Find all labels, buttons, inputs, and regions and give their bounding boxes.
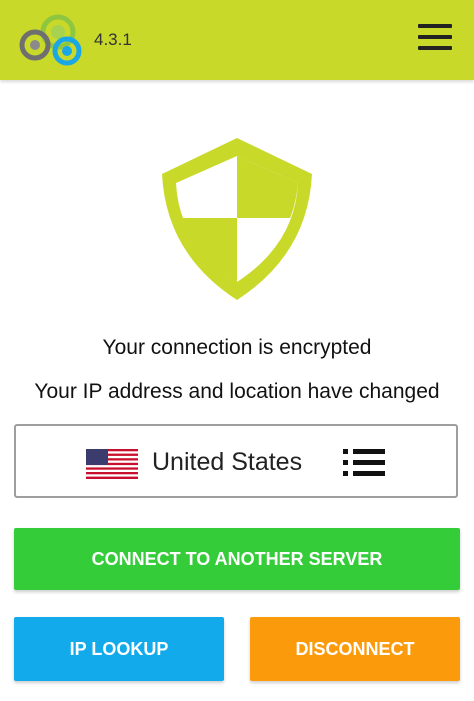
app-logo-icon bbox=[19, 14, 82, 66]
disconnect-button[interactable]: DISCONNECT bbox=[250, 617, 460, 681]
app-version: 4.3.1 bbox=[94, 30, 132, 49]
app-header: 4.3.1 bbox=[0, 0, 474, 80]
hamburger-menu-icon[interactable] bbox=[418, 24, 452, 50]
server-list-icon[interactable] bbox=[343, 448, 385, 478]
ip-lookup-button[interactable]: IP LOOKUP bbox=[14, 617, 224, 681]
encryption-status-text: Your connection is encrypted bbox=[102, 336, 372, 359]
us-flag-icon bbox=[86, 449, 138, 479]
connect-another-server-button[interactable]: CONNECT TO ANOTHER SERVER bbox=[14, 528, 460, 590]
country-name: United States bbox=[152, 448, 303, 476]
shield-icon bbox=[162, 138, 312, 300]
ip-changed-text: Your IP address and location have change… bbox=[34, 380, 440, 403]
server-selector[interactable]: United States bbox=[14, 424, 458, 498]
